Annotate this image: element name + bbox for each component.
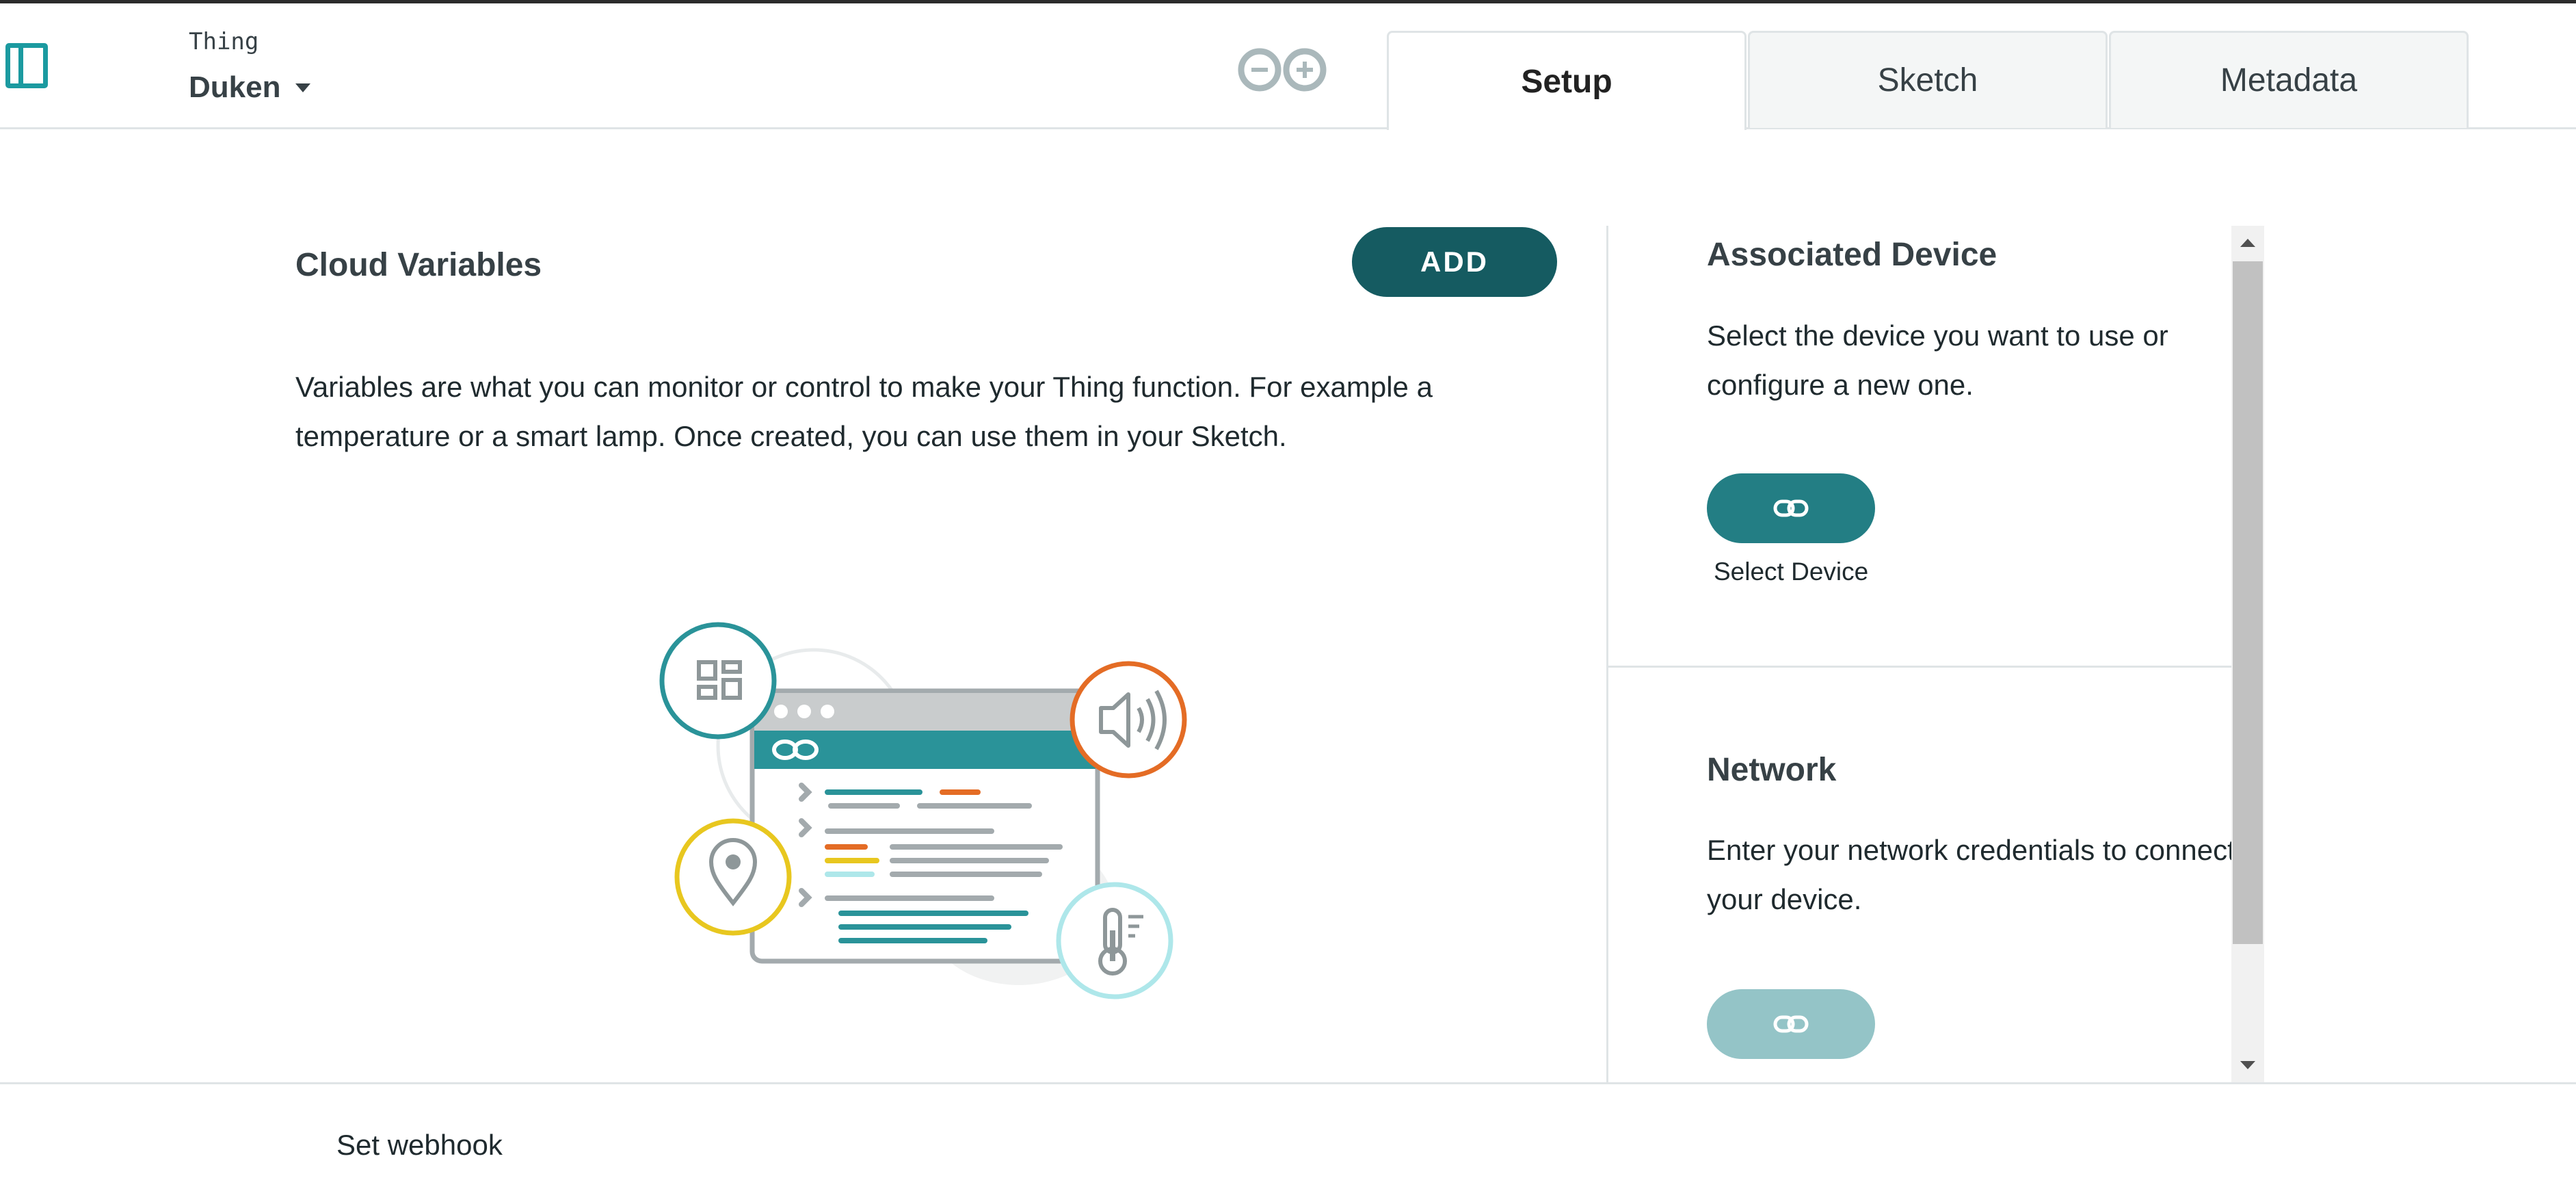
cloud-variables-description: Variables are what you can monitor or co… (295, 371, 1433, 452)
thing-name-dropdown[interactable]: Duken (189, 70, 311, 105)
panel-divider (1606, 226, 1608, 1082)
location-pin-icon (674, 818, 792, 936)
tab-metadata[interactable]: Metadata (2109, 31, 2469, 128)
link-icon (1773, 499, 1809, 517)
sidebar-toggle-icon[interactable] (5, 43, 48, 88)
network-title: Network (1707, 752, 1837, 788)
select-device-label: Select Device (1714, 558, 1869, 586)
right-panel-scrollbar[interactable] (2231, 226, 2264, 1082)
thermometer-icon (1056, 882, 1173, 999)
cloud-variables-title: Cloud Variables (295, 247, 542, 283)
speaker-icon (1070, 661, 1187, 778)
scroll-up-arrow-icon[interactable] (2231, 226, 2264, 260)
set-webhook-link[interactable]: Set webhook (336, 1129, 503, 1162)
add-variable-button[interactable]: ADD (1352, 227, 1557, 297)
dashboard-icon (659, 622, 777, 740)
thing-label: Thing (189, 28, 259, 55)
header: Thing Duken Setup Sketch Metadata (0, 3, 2576, 130)
thing-name: Duken (189, 70, 281, 104)
link-icon (1773, 1015, 1809, 1033)
scroll-down-arrow-icon[interactable] (2231, 1048, 2264, 1082)
dropdown-caret-icon (295, 83, 311, 92)
tab-bar: Setup Sketch Metadata (1387, 31, 2470, 130)
select-device-button[interactable] (1707, 473, 1875, 543)
configure-network-button[interactable] (1707, 989, 1875, 1059)
section-divider (1606, 666, 2231, 668)
associated-device-title: Associated Device (1707, 237, 1997, 273)
footer-divider (0, 1082, 2576, 1084)
arduino-logo-icon (1238, 48, 1327, 92)
associated-device-description: Select the device you want to use or con… (1707, 319, 2168, 401)
variables-illustration (659, 622, 1187, 999)
tab-setup[interactable]: Setup (1387, 31, 1747, 130)
scrollbar-thumb[interactable] (2233, 261, 2263, 944)
tab-sketch[interactable]: Sketch (1748, 31, 2108, 128)
network-description: Enter your network credentials to connec… (1707, 834, 2235, 915)
